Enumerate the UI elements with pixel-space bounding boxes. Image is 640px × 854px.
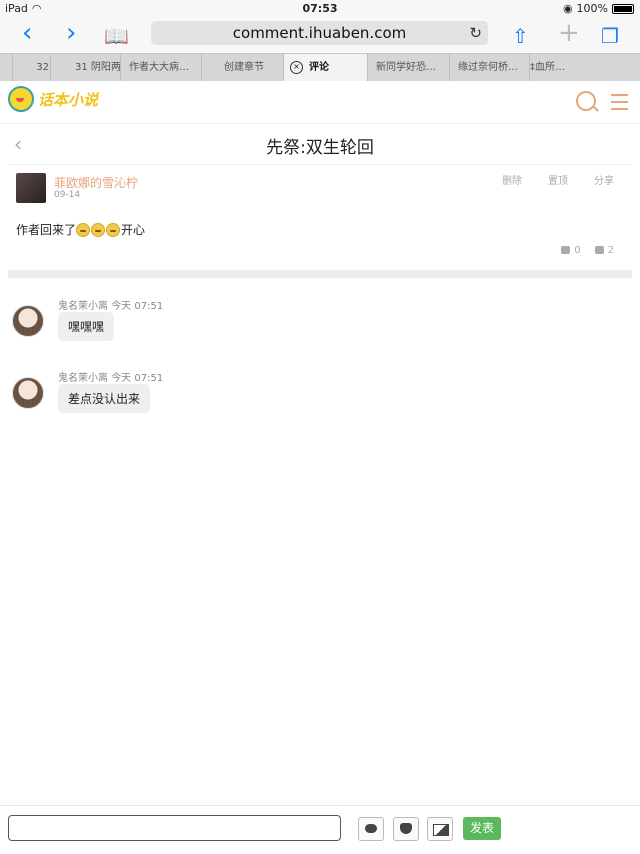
section-divider — [8, 270, 632, 278]
share-button[interactable]: 分享 — [594, 172, 614, 187]
image-icon — [433, 824, 449, 836]
battery-icon — [612, 3, 634, 14]
reload-icon[interactable]: ↻ — [469, 21, 482, 45]
tab-3[interactable]: 创建章节 — [201, 54, 283, 81]
like-count: 0 — [574, 245, 581, 256]
reply-time: 今天 07:51 — [111, 373, 164, 384]
image-upload-button[interactable] — [427, 817, 453, 841]
battery-percent: 100% — [576, 2, 608, 15]
post-date: 09-14 — [54, 190, 81, 200]
address-bar[interactable]: comment.ihuaben.com ↻ — [151, 21, 488, 45]
safari-toolbar: ‹ › 📖 comment.ihuaben.com ↻ ⇧ + ❐ — [0, 18, 640, 52]
reply-bubble: 嘿嘿嘿 — [58, 312, 115, 341]
reply-meta: 鬼名茉小离 今天 07:51 — [58, 369, 163, 384]
tab-1[interactable]: 31 阴阳两 — [50, 54, 120, 81]
reply-item: 鬼名茉小离 今天 07:51 嘿嘿嘿 — [8, 297, 632, 357]
page-header: ‹ 先祭:双生轮回 — [8, 124, 632, 165]
grin-emoji-icon — [76, 222, 91, 237]
reply-avatar[interactable] — [12, 305, 44, 337]
grin-emoji-icon — [106, 222, 121, 237]
logo-mascot-icon — [8, 86, 34, 112]
comment-count-button[interactable]: 2 — [594, 245, 614, 256]
comment-post: 菲欧娜的雪沁柠 09-14 删除 置顶 分享 作者回来了 开心 0 2 — [8, 165, 632, 270]
comment-input[interactable] — [8, 815, 341, 841]
reply-user[interactable]: 鬼名茉小离 — [58, 301, 108, 312]
reply-time: 今天 07:51 — [111, 301, 164, 312]
like-button[interactable]: 0 — [561, 245, 581, 256]
post-text-end: 开心 — [121, 223, 146, 237]
emoji-picker-button[interactable] — [358, 817, 384, 841]
author-avatar[interactable] — [16, 173, 46, 203]
search-icon[interactable] — [576, 91, 596, 111]
tab-7[interactable]: ‡血所… — [529, 54, 629, 81]
site-header: 话本小说 — [0, 81, 640, 124]
menu-icon[interactable] — [611, 94, 628, 115]
sticker-button[interactable] — [393, 817, 419, 841]
reply-bubble: 差点没认出来 — [58, 384, 151, 413]
reply-meta: 鬼名茉小离 今天 07:51 — [58, 297, 163, 312]
orientation-lock-icon: ◉ — [562, 2, 573, 15]
post-stats: 0 2 — [561, 245, 614, 256]
thumbs-up-icon — [561, 246, 571, 254]
tab-4-active[interactable]: × 评论 — [283, 54, 367, 81]
submit-button[interactable]: 发表 — [463, 817, 501, 840]
bookmarks-icon[interactable]: 📖 — [104, 23, 129, 49]
delete-button[interactable]: 删除 — [502, 172, 522, 187]
logo-text: 话本小说 — [38, 90, 99, 109]
tab-2[interactable]: 作者大大病… — [120, 54, 200, 81]
grin-emoji-icon — [91, 222, 106, 237]
tab-strip: 32 31 阴阳两 作者大大病… 创建章节 × 评论 新同学好恐… 缘过奈何桥… … — [0, 53, 640, 82]
speech-bubble-icon — [365, 824, 377, 833]
pin-button[interactable]: 置顶 — [548, 172, 568, 187]
comment-count: 2 — [607, 245, 614, 256]
share-icon[interactable]: ⇧ — [512, 23, 529, 49]
tab-6[interactable]: 缘过奈何桥… — [449, 54, 529, 81]
post-actions: 删除 置顶 分享 — [502, 172, 614, 187]
new-tab-icon[interactable]: + — [558, 20, 580, 46]
forward-icon[interactable]: › — [66, 20, 76, 46]
comment-bubble-icon — [594, 246, 604, 254]
tab-4-label: 评论 — [309, 62, 329, 73]
comment-composer: 发表 — [0, 805, 640, 854]
clock: 07:53 — [302, 2, 338, 15]
tabs-overview-icon[interactable]: ❐ — [601, 23, 619, 49]
post-text-start: 作者回来了 — [16, 223, 77, 237]
reply-avatar[interactable] — [12, 377, 44, 409]
close-tab-icon[interactable]: × — [290, 60, 303, 74]
url-text: comment.ihuaben.com — [232, 24, 407, 42]
post-content: 作者回来了 开心 — [16, 221, 145, 238]
cat-face-icon — [400, 823, 412, 834]
tab-0[interactable]: 32 — [12, 54, 51, 81]
back-icon[interactable]: ‹ — [22, 20, 32, 46]
reply-item: 鬼名茉小离 今天 07:51 差点没认出来 — [8, 369, 632, 429]
author-name[interactable]: 菲欧娜的雪沁柠 — [54, 174, 138, 191]
ios-status-bar: iPad ◠ 07:53 ◉ 100% — [0, 0, 640, 18]
page-title: 先祭:双生轮回 — [266, 138, 374, 158]
reply-user[interactable]: 鬼名茉小离 — [58, 373, 108, 384]
tab-5[interactable]: 新同学好恐… — [367, 54, 449, 81]
site-logo[interactable]: 话本小说 — [8, 86, 98, 112]
